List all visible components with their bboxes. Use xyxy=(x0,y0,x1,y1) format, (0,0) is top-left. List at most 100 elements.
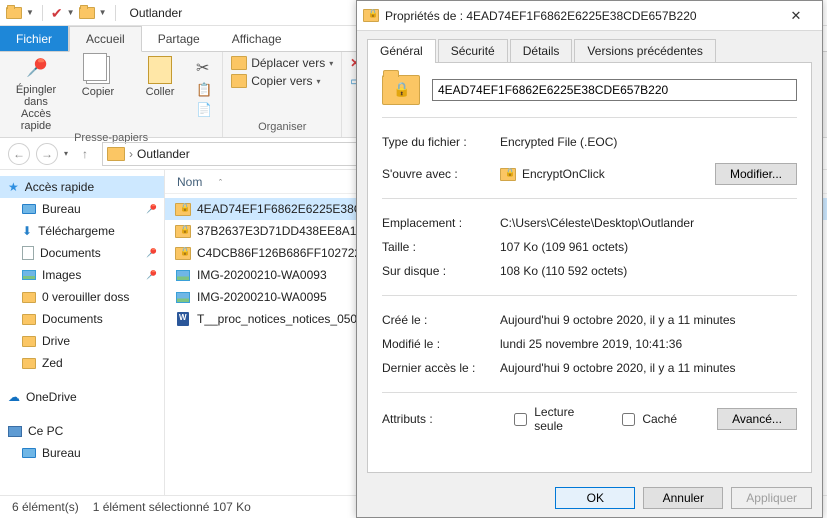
copy-to-icon xyxy=(231,74,247,88)
dialog-tabs: Général Sécurité Détails Versions précéd… xyxy=(357,31,822,63)
nav-label: Documents xyxy=(40,246,101,260)
nav-downloads[interactable]: ⬇Téléchargeme xyxy=(0,220,164,242)
checkmark-icon[interactable]: ✔ xyxy=(51,6,63,20)
paste-label: Coller xyxy=(146,86,175,98)
prop-key: S'ouvre avec : xyxy=(382,167,500,181)
checkbox-input[interactable] xyxy=(514,413,527,426)
star-icon: ★ xyxy=(8,180,19,194)
chevron-down-icon: ▾ xyxy=(329,59,333,68)
tab-previous-versions[interactable]: Versions précédentes xyxy=(574,39,715,63)
checkbox-input[interactable] xyxy=(622,413,635,426)
paste-shortcut-icon[interactable]: 📄 xyxy=(196,102,212,118)
apply-button[interactable]: Appliquer xyxy=(731,487,812,509)
nav-zed[interactable]: Zed xyxy=(0,352,164,374)
filename-input[interactable] xyxy=(432,79,797,101)
prop-value: 107 Ko (109 961 octets) xyxy=(500,240,797,254)
chevron-down-icon[interactable]: ▼ xyxy=(26,8,34,17)
copy-button[interactable]: Copier xyxy=(70,56,126,98)
prop-modified: Modifié le :lundi 25 novembre 2019, 10:4… xyxy=(382,332,797,356)
pin-icon: 📍 xyxy=(142,200,161,219)
ribbon-group-clipboard: 📍 Épingler dansAccès rapide Copier Colle… xyxy=(0,52,223,137)
nav-pc-desktop[interactable]: Bureau xyxy=(0,442,164,464)
tab-home[interactable]: Accueil xyxy=(69,26,142,52)
nav-onedrive[interactable]: ☁ OneDrive xyxy=(0,386,164,408)
file-name: IMG-20200210-WA0095 xyxy=(197,290,327,304)
up-button[interactable]: ↑ xyxy=(74,143,96,165)
prop-key: Dernier accès le : xyxy=(382,361,500,375)
tab-general[interactable]: Général xyxy=(367,39,436,63)
close-button[interactable]: ✕ xyxy=(776,8,816,24)
prop-value: 108 Ko (110 592 octets) xyxy=(500,264,797,278)
pin-quick-access-button[interactable]: 📍 Épingler dansAccès rapide xyxy=(8,56,64,132)
tab-share[interactable]: Partage xyxy=(142,26,216,51)
file-tab[interactable]: Fichier xyxy=(0,26,69,51)
folder-icon xyxy=(6,7,22,19)
tab-details[interactable]: Détails xyxy=(510,39,573,63)
prop-size-on-disk: Sur disque :108 Ko (110 592 octets) xyxy=(382,259,797,283)
dialog-header xyxy=(382,75,797,105)
document-icon xyxy=(22,246,34,260)
breadcrumb-segment[interactable]: Outlander xyxy=(137,147,190,161)
nav-documents[interactable]: Documents📍 xyxy=(0,242,164,264)
onedrive-icon: ☁ xyxy=(8,390,20,404)
pin-label-2: Accès rapide xyxy=(21,108,52,132)
history-dropdown[interactable]: ▾ xyxy=(64,149,68,158)
prop-key: Emplacement : xyxy=(382,216,500,230)
nav-desktop[interactable]: Bureau 📍 xyxy=(0,198,164,220)
download-icon: ⬇ xyxy=(22,224,32,238)
dialog-footer: OK Annuler Appliquer xyxy=(555,487,812,509)
change-app-button[interactable]: Modifier... xyxy=(715,163,797,185)
prop-opens-with: S'ouvre avec : EncryptOnClick Modifier..… xyxy=(382,162,797,186)
ribbon-group-label: Organiser xyxy=(231,121,333,133)
paste-button[interactable]: Coller xyxy=(132,56,188,98)
chevron-down-icon[interactable]: ▼ xyxy=(67,8,75,17)
separator xyxy=(382,198,797,199)
prop-location: Emplacement :C:\Users\Céleste\Desktop\Ou… xyxy=(382,211,797,235)
sort-indicator-icon: ˆ xyxy=(219,178,222,188)
pin-icon: 📍 xyxy=(17,50,55,88)
nav-label: OneDrive xyxy=(26,390,77,404)
separator xyxy=(382,295,797,296)
nav-documents-2[interactable]: Documents xyxy=(0,308,164,330)
prop-value: C:\Users\Céleste\Desktop\Outlander xyxy=(500,216,797,230)
app-icon xyxy=(500,168,516,181)
chevron-down-icon[interactable]: ▼ xyxy=(99,8,107,17)
copy-to-button[interactable]: Copier vers ▾ xyxy=(231,74,320,88)
tab-security[interactable]: Sécurité xyxy=(438,39,508,63)
back-button[interactable]: ← xyxy=(8,143,30,165)
chevron-down-icon: ▾ xyxy=(317,77,321,86)
nav-label: Bureau xyxy=(42,202,81,216)
pin-icon: 📍 xyxy=(142,266,161,285)
nav-label: Ce PC xyxy=(28,424,63,438)
forward-button[interactable]: → xyxy=(36,143,58,165)
tab-view[interactable]: Affichage xyxy=(216,26,298,51)
prop-value: Aujourd'hui 9 octobre 2020, il y a 11 mi… xyxy=(500,361,797,375)
images-icon xyxy=(22,270,36,280)
prop-size: Taille :107 Ko (109 961 octets) xyxy=(382,235,797,259)
nav-lock-folder[interactable]: 0 verouiller doss xyxy=(0,286,164,308)
nav-images[interactable]: Images📍 xyxy=(0,264,164,286)
cut-icon[interactable]: ✂ xyxy=(196,58,212,78)
pc-icon xyxy=(8,426,22,437)
prop-value: lundi 25 novembre 2019, 10:41:36 xyxy=(500,337,797,351)
dialog-titlebar[interactable]: Propriétés de : 4EAD74EF1F6862E6225E38CD… xyxy=(357,1,822,31)
cancel-button[interactable]: Annuler xyxy=(643,487,723,509)
folder-icon xyxy=(22,336,36,347)
prop-key: Taille : xyxy=(382,240,500,254)
nav-drive[interactable]: Drive xyxy=(0,330,164,352)
nav-quick-access[interactable]: ★Accès rapide xyxy=(0,176,164,198)
hidden-checkbox[interactable]: Caché xyxy=(618,410,677,429)
nav-label: Zed xyxy=(42,356,63,370)
nav-this-pc[interactable]: Ce PC xyxy=(0,420,164,442)
encrypted-file-icon xyxy=(175,225,191,238)
chevron-right-icon[interactable]: › xyxy=(129,147,133,161)
nav-label: Drive xyxy=(42,334,70,348)
readonly-checkbox[interactable]: Lecture seule xyxy=(510,405,598,433)
ok-button[interactable]: OK xyxy=(555,487,635,509)
advanced-button[interactable]: Avancé... xyxy=(717,408,797,430)
prop-key: Sur disque : xyxy=(382,264,500,278)
move-to-button[interactable]: Déplacer vers ▾ xyxy=(231,56,333,70)
separator xyxy=(115,5,116,21)
copy-path-icon[interactable]: 📋 xyxy=(196,82,212,98)
clipboard-small-buttons: ✂ 📋 📄 xyxy=(194,56,214,120)
